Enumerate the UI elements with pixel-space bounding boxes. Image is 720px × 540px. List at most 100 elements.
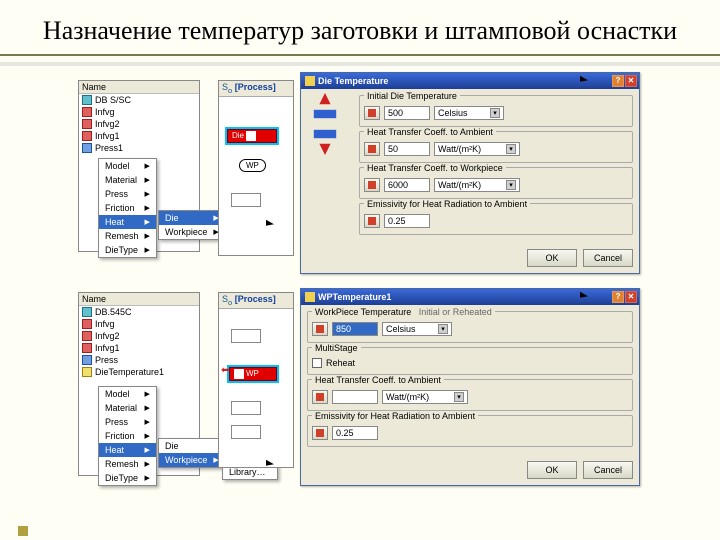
wp-temp-input[interactable]: 850 — [332, 322, 378, 336]
tree-icon — [82, 343, 92, 353]
thermo-icon — [305, 76, 315, 86]
tree-icon — [82, 355, 92, 365]
menu-item-die[interactable]: Die — [159, 439, 225, 453]
unit-select[interactable]: Celsius▾ — [382, 322, 452, 336]
help-button[interactable]: ? — [612, 291, 624, 303]
menu-item-material[interactable]: Material▶ — [99, 173, 156, 187]
tree-row[interactable]: DieTemperature1 — [79, 366, 199, 378]
chevron-right-icon: ▶ — [145, 460, 150, 468]
htc-workpiece-input[interactable]: 6000 — [384, 178, 430, 192]
die-label: Die — [232, 131, 244, 140]
emissivity-input[interactable]: 0.25 — [332, 426, 378, 440]
htc-ambient-input[interactable] — [332, 390, 378, 404]
library-button[interactable] — [312, 390, 328, 404]
context-menu-2[interactable]: Die▶ Workpiece▶ — [158, 210, 226, 240]
help-button[interactable]: ? — [612, 75, 624, 87]
tree-row[interactable]: Infvg1 — [79, 342, 199, 354]
tree-icon — [82, 131, 92, 141]
menu-item-dietype[interactable]: DieType▶ — [99, 243, 156, 257]
empty-node[interactable] — [231, 401, 261, 415]
library-button[interactable] — [312, 426, 328, 440]
htc-ambient-input[interactable]: 50 — [384, 142, 430, 156]
menu-item-model[interactable]: Model▶ — [99, 387, 156, 401]
context-menu-5[interactable]: Die Workpiece▶ — [158, 438, 226, 468]
process-viewport-bottom[interactable]: So [Process] WP ⬅ — [218, 292, 294, 468]
dialog-die-temperature: Die Temperature ? ✕ Initial Die Temperat… — [300, 72, 640, 274]
menu-item-friction[interactable]: Friction▶ — [99, 429, 156, 443]
die-bottom-icon — [307, 127, 343, 155]
context-menu-4[interactable]: Model▶ Material▶ Press▶ Friction▶ Heat▶ … — [98, 386, 157, 486]
menu-item-workpiece[interactable]: Workpiece▶ — [159, 225, 225, 239]
chevron-down-icon: ▾ — [506, 144, 516, 154]
menu-item-heat[interactable]: Heat▶ — [99, 443, 156, 457]
die-top-icon — [307, 93, 343, 121]
cancel-button[interactable]: Cancel — [583, 461, 633, 479]
tree-icon — [82, 143, 92, 153]
tree-row[interactable]: Infvg2 — [79, 330, 199, 342]
menu-item-die[interactable]: Die▶ — [159, 211, 225, 225]
group-emissivity: Emissivity for Heat Radiation to Ambient… — [359, 203, 633, 235]
menu-item-model[interactable]: Model▶ — [99, 159, 156, 173]
close-button[interactable]: ✕ — [625, 75, 637, 87]
die-node[interactable]: Die — [227, 129, 277, 143]
tree-row[interactable]: DB S/SC — [79, 94, 199, 106]
book-icon — [367, 216, 377, 226]
context-menu-1[interactable]: Model▶ Material▶ Press▶ Friction▶ Heat▶ … — [98, 158, 157, 258]
menu-item-workpiece[interactable]: Workpiece▶ — [159, 453, 225, 467]
close-button[interactable]: ✕ — [625, 291, 637, 303]
library-button[interactable] — [364, 178, 380, 192]
menu-item-press[interactable]: Press▶ — [99, 187, 156, 201]
unit-select[interactable]: Celsius▾ — [434, 106, 504, 120]
cancel-button[interactable]: Cancel — [583, 249, 633, 267]
library-button[interactable] — [364, 142, 380, 156]
menu-item-material[interactable]: Material▶ — [99, 401, 156, 415]
menu-item-remesh[interactable]: Remesh▶ — [99, 229, 156, 243]
unit-select[interactable]: Watt/(m²K)▾ — [434, 142, 520, 156]
tree-row[interactable]: Infvg — [79, 318, 199, 330]
book-icon — [367, 144, 377, 154]
menu-item-dietype[interactable]: DieType▶ — [99, 471, 156, 485]
wp-node-selected[interactable]: WP — [229, 367, 277, 381]
tree-item-label: DB S/SC — [95, 95, 131, 105]
cursor-icon — [580, 294, 590, 308]
menu-item-remesh[interactable]: Remesh▶ — [99, 457, 156, 471]
unit-select[interactable]: Watt/(m²K)▾ — [434, 178, 520, 192]
reheat-checkbox[interactable] — [312, 358, 322, 368]
library-button[interactable] — [364, 214, 380, 228]
emissivity-input[interactable]: 0.25 — [384, 214, 430, 228]
empty-node[interactable] — [231, 193, 261, 207]
empty-node[interactable] — [231, 329, 261, 343]
tree-row[interactable]: Press1 — [79, 142, 199, 154]
tree-row[interactable]: Infvg2 — [79, 118, 199, 130]
empty-node[interactable] — [231, 425, 261, 439]
group-multistage: MultiStage Reheat — [307, 347, 633, 375]
cursor-icon — [266, 222, 276, 236]
tree-icon — [82, 307, 92, 317]
wp-node[interactable]: WP — [239, 159, 266, 172]
ok-button[interactable]: OK — [527, 461, 577, 479]
process-viewport-top[interactable]: So [Process] Die WP — [218, 80, 294, 256]
tree-item-label: Press1 — [95, 143, 123, 153]
ok-button[interactable]: OK — [527, 249, 577, 267]
menu-item-friction[interactable]: Friction▶ — [99, 201, 156, 215]
tree-row[interactable]: DB.545C — [79, 306, 199, 318]
group-label: Emissivity for Heat Radiation to Ambient — [364, 199, 530, 209]
menu-item-press[interactable]: Press▶ — [99, 415, 156, 429]
title-rule — [0, 54, 720, 56]
initial-temp-input[interactable]: 500 — [384, 106, 430, 120]
tree-icon — [82, 107, 92, 117]
tree-row[interactable]: Infvg1 — [79, 130, 199, 142]
chevron-right-icon: ▶ — [145, 432, 150, 440]
library-button[interactable] — [312, 322, 328, 336]
group-label: Emissivity for Heat Radiation to Ambient — [312, 411, 478, 421]
cursor-icon — [580, 78, 590, 92]
unit-select[interactable]: Watt/(m²K)▾ — [382, 390, 468, 404]
dialog-title: Die Temperature — [318, 76, 388, 86]
chevron-right-icon: ▶ — [145, 218, 150, 226]
menu-item-heat[interactable]: Heat▶ — [99, 215, 156, 229]
library-button[interactable] — [364, 106, 380, 120]
tree-row[interactable]: Infvg — [79, 106, 199, 118]
group-hint: Initial or Reheated — [419, 307, 492, 317]
tree-row[interactable]: Press — [79, 354, 199, 366]
rule-shadow — [0, 62, 720, 66]
